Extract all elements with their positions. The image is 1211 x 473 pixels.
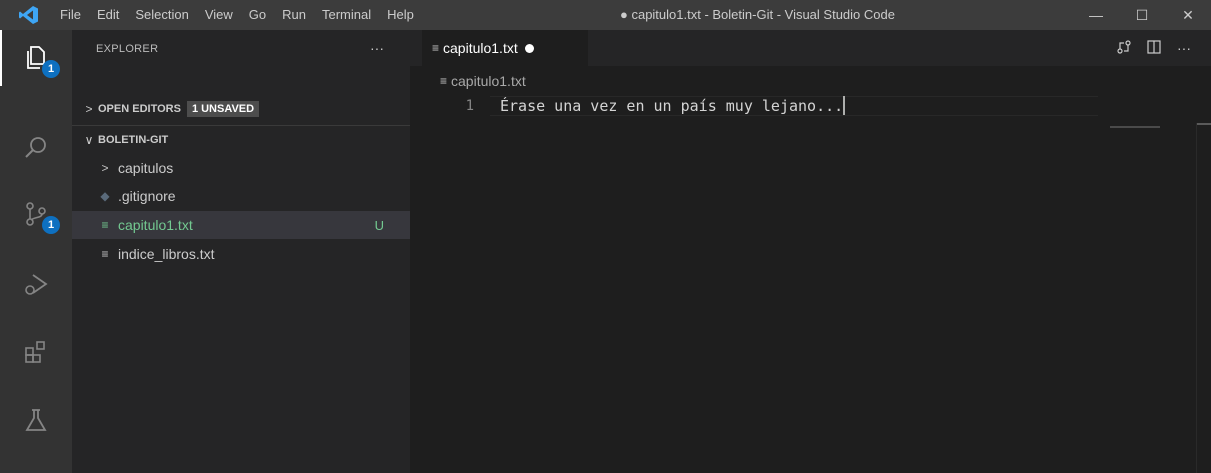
- code-line[interactable]: 1 Érase una vez en un país muy lejano...: [410, 96, 1211, 116]
- vscode-logo-icon: [14, 0, 44, 30]
- maximize-button[interactable]: ☐: [1119, 0, 1165, 30]
- source-control-button[interactable]: 1: [0, 186, 72, 242]
- explorer-sidebar: EXPLORER ··· > OPEN EDITORS 1 UNSAVED ∨ …: [72, 30, 410, 473]
- tree-item-indice-libros[interactable]: ≡ indice_libros.txt: [72, 240, 410, 268]
- search-button[interactable]: [0, 120, 72, 176]
- window-controls: — ☐ ✕: [1073, 0, 1211, 30]
- menu-bar: File Edit Selection View Go Run Terminal…: [52, 0, 422, 30]
- editor-actions: ···: [1109, 30, 1199, 66]
- explorer-title: EXPLORER: [96, 43, 159, 55]
- compare-changes-icon[interactable]: [1109, 39, 1139, 58]
- menu-file[interactable]: File: [52, 0, 89, 30]
- testing-button[interactable]: [0, 392, 72, 448]
- more-actions-icon[interactable]: ···: [1169, 40, 1199, 56]
- line-number: 1: [465, 98, 474, 114]
- window-title: ● capitulo1.txt - Boletin-Git - Visual S…: [620, 7, 895, 22]
- line-content[interactable]: Érase una vez en un país muy lejano...: [500, 96, 846, 116]
- breadcrumb-file: capitulo1.txt: [451, 73, 526, 89]
- tree-item-label: capitulos: [118, 160, 174, 176]
- active-indicator: [0, 30, 2, 86]
- run-debug-button[interactable]: [0, 256, 72, 312]
- untracked-status: U: [374, 217, 384, 233]
- folder-label: BOLETIN-GIT: [98, 134, 169, 146]
- tab-bar: ≡ capitulo1.txt ···: [410, 30, 1211, 66]
- scrollbar-marker: [1197, 123, 1211, 125]
- unsaved-dot-icon[interactable]: [524, 43, 534, 53]
- open-editors-section[interactable]: > OPEN EDITORS 1 UNSAVED: [72, 97, 410, 121]
- minimize-button[interactable]: —: [1073, 0, 1119, 30]
- menu-go[interactable]: Go: [241, 0, 274, 30]
- source-control-badge: 1: [42, 216, 60, 234]
- vscode-window: File Edit Selection View Go Run Terminal…: [0, 0, 1211, 473]
- explorer-badge: 1: [42, 60, 60, 78]
- section-divider: [72, 125, 410, 126]
- run-debug-icon: [25, 274, 48, 295]
- open-editors-label: OPEN EDITORS: [98, 103, 181, 115]
- explorer-button[interactable]: 1: [0, 30, 72, 86]
- tree-item-capitulos[interactable]: > capitulos: [72, 154, 410, 182]
- tree-item-label: indice_libros.txt: [118, 246, 215, 262]
- breadcrumb[interactable]: ≡ capitulo1.txt: [440, 70, 526, 92]
- folder-section[interactable]: ∨ BOLETIN-GIT: [72, 128, 410, 152]
- menu-edit[interactable]: Edit: [89, 0, 127, 30]
- activity-bar: 1 1: [0, 30, 72, 473]
- menu-selection[interactable]: Selection: [127, 0, 196, 30]
- menu-help[interactable]: Help: [379, 0, 422, 30]
- menu-terminal[interactable]: Terminal: [314, 0, 379, 30]
- tree-item-capitulo1[interactable]: ≡ capitulo1.txt U: [72, 211, 410, 239]
- tree-item-gitignore[interactable]: ◆ .gitignore: [72, 182, 410, 210]
- minimap[interactable]: [1110, 126, 1160, 128]
- tree-item-label: .gitignore: [118, 188, 176, 204]
- gitignore-file-icon: ◆: [100, 189, 110, 203]
- search-icon: [25, 137, 46, 158]
- split-editor-icon[interactable]: [1139, 39, 1169, 58]
- menu-run[interactable]: Run: [274, 0, 314, 30]
- tree-item-label: capitulo1.txt: [118, 217, 193, 233]
- explorer-more-actions-button[interactable]: ···: [370, 30, 384, 66]
- editor-area: ≡ capitulo1.txt ··· ≡ capitulo1.txt 1 Ér…: [410, 30, 1211, 473]
- tab-label: capitulo1.txt: [443, 40, 518, 56]
- extensions-button[interactable]: [0, 324, 72, 380]
- extensions-icon: [25, 341, 45, 363]
- tab-capitulo1[interactable]: ≡ capitulo1.txt: [422, 30, 588, 66]
- title-bar: File Edit Selection View Go Run Terminal…: [0, 0, 1211, 30]
- text-file-icon: ≡: [432, 41, 440, 55]
- editor-scrollbar[interactable]: [1196, 123, 1211, 473]
- text-file-icon: ≡: [101, 218, 109, 232]
- chevron-down-icon: ∨: [84, 133, 94, 147]
- text-file-icon: ≡: [440, 74, 448, 88]
- unsaved-badge: 1 UNSAVED: [186, 101, 260, 117]
- flask-icon: [25, 409, 47, 431]
- chevron-right-icon: >: [85, 102, 93, 116]
- close-button[interactable]: ✕: [1165, 0, 1211, 30]
- menu-view[interactable]: View: [197, 0, 241, 30]
- text-cursor: [843, 96, 846, 115]
- text-file-icon: ≡: [101, 247, 109, 261]
- chevron-right-icon: >: [101, 161, 109, 175]
